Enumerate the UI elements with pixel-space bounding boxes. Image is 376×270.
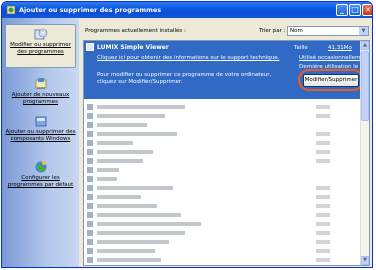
windows-components-icon xyxy=(35,116,46,127)
list-item[interactable] xyxy=(84,256,362,264)
sidebar-item-default-programs[interactable]: Configurer les programmes par défaut xyxy=(5,158,76,202)
list-item[interactable] xyxy=(84,238,362,246)
list-item[interactable] xyxy=(84,157,362,165)
sidebar-item-label: Configurer les programmes par défaut xyxy=(7,175,74,188)
list-item[interactable] xyxy=(84,175,362,183)
list-item[interactable] xyxy=(84,229,362,237)
sidebar-item-add-new[interactable]: Ajouter de nouveaux programmes xyxy=(5,75,76,111)
list-item[interactable] xyxy=(84,211,362,219)
title-bar[interactable]: Ajouter ou supprimer des programmes _ □ … xyxy=(2,2,372,18)
list-item[interactable] xyxy=(84,247,362,255)
control-panel-icon xyxy=(6,5,16,15)
list-item[interactable] xyxy=(84,103,362,111)
maximize-button[interactable]: □ xyxy=(349,4,361,16)
programs-panel: Programmes actuellement installés : Trie… xyxy=(79,18,372,267)
program-icon xyxy=(86,43,94,51)
installed-programs-label: Programmes actuellement installés : xyxy=(85,28,186,34)
scroll-up-icon[interactable]: ▲ xyxy=(361,41,369,50)
add-remove-programs-window: Ajouter ou supprimer des programmes _ □ … xyxy=(1,1,373,268)
list-item[interactable] xyxy=(84,130,362,138)
program-description: Pour modifier ou supprimer ce programme … xyxy=(97,72,272,85)
scroll-thumb[interactable] xyxy=(361,51,369,121)
list-item[interactable] xyxy=(84,184,362,192)
sidebar-item-windows-components[interactable]: Ajouter ou supprimer des composants Wind… xyxy=(5,112,76,156)
sidebar-item-label: Ajouter de nouveaux programmes xyxy=(11,92,70,105)
size-value: 41,31Mo xyxy=(328,45,352,51)
sort-by-value: Nom xyxy=(290,28,303,34)
add-program-icon xyxy=(35,78,46,89)
sidebar-item-label: Modifier ou supprimer des programmes xyxy=(10,42,71,55)
size-label: Taille xyxy=(294,45,308,51)
list-item[interactable] xyxy=(84,148,362,156)
sort-by-select[interactable]: Nom ▼ xyxy=(287,26,369,36)
sort-by-label: Trier par : xyxy=(259,28,286,34)
list-item[interactable] xyxy=(84,193,362,201)
task-sidebar: Modifier ou supprimer des programmes Ajo… xyxy=(2,18,79,267)
list-item[interactable] xyxy=(84,112,362,120)
support-info-link[interactable]: Cliquez ici pour obtenir des information… xyxy=(97,55,279,61)
close-button[interactable]: ✕ xyxy=(362,4,372,16)
list-item[interactable] xyxy=(84,139,362,147)
minimize-button[interactable]: _ xyxy=(336,4,348,16)
programs-cd-icon xyxy=(34,28,47,40)
list-item[interactable] xyxy=(84,202,362,210)
program-name: LUMIX Simple Viewer xyxy=(97,44,169,51)
scroll-down-icon[interactable]: ▼ xyxy=(361,256,369,265)
vertical-scrollbar[interactable]: ▲ ▼ xyxy=(360,41,369,265)
list-item[interactable] xyxy=(84,220,362,228)
window-title: Ajouter ou supprimer des programmes xyxy=(19,6,162,14)
sidebar-item-label: Ajouter ou supprimer des composants Wind… xyxy=(5,129,76,142)
usage-frequency: Utilisé occasionnellement xyxy=(299,55,370,61)
list-item[interactable] xyxy=(84,166,362,174)
chevron-down-icon[interactable]: ▼ xyxy=(359,27,368,35)
installed-programs-list[interactable]: LUMIX Simple Viewer Taille 41,31Mo Cliqu… xyxy=(83,40,370,266)
sidebar-item-change-remove[interactable]: Modifier ou supprimer des programmes xyxy=(5,24,76,68)
highlight-circle xyxy=(298,69,364,91)
list-item[interactable] xyxy=(84,121,362,129)
default-programs-globe-icon xyxy=(35,161,46,173)
